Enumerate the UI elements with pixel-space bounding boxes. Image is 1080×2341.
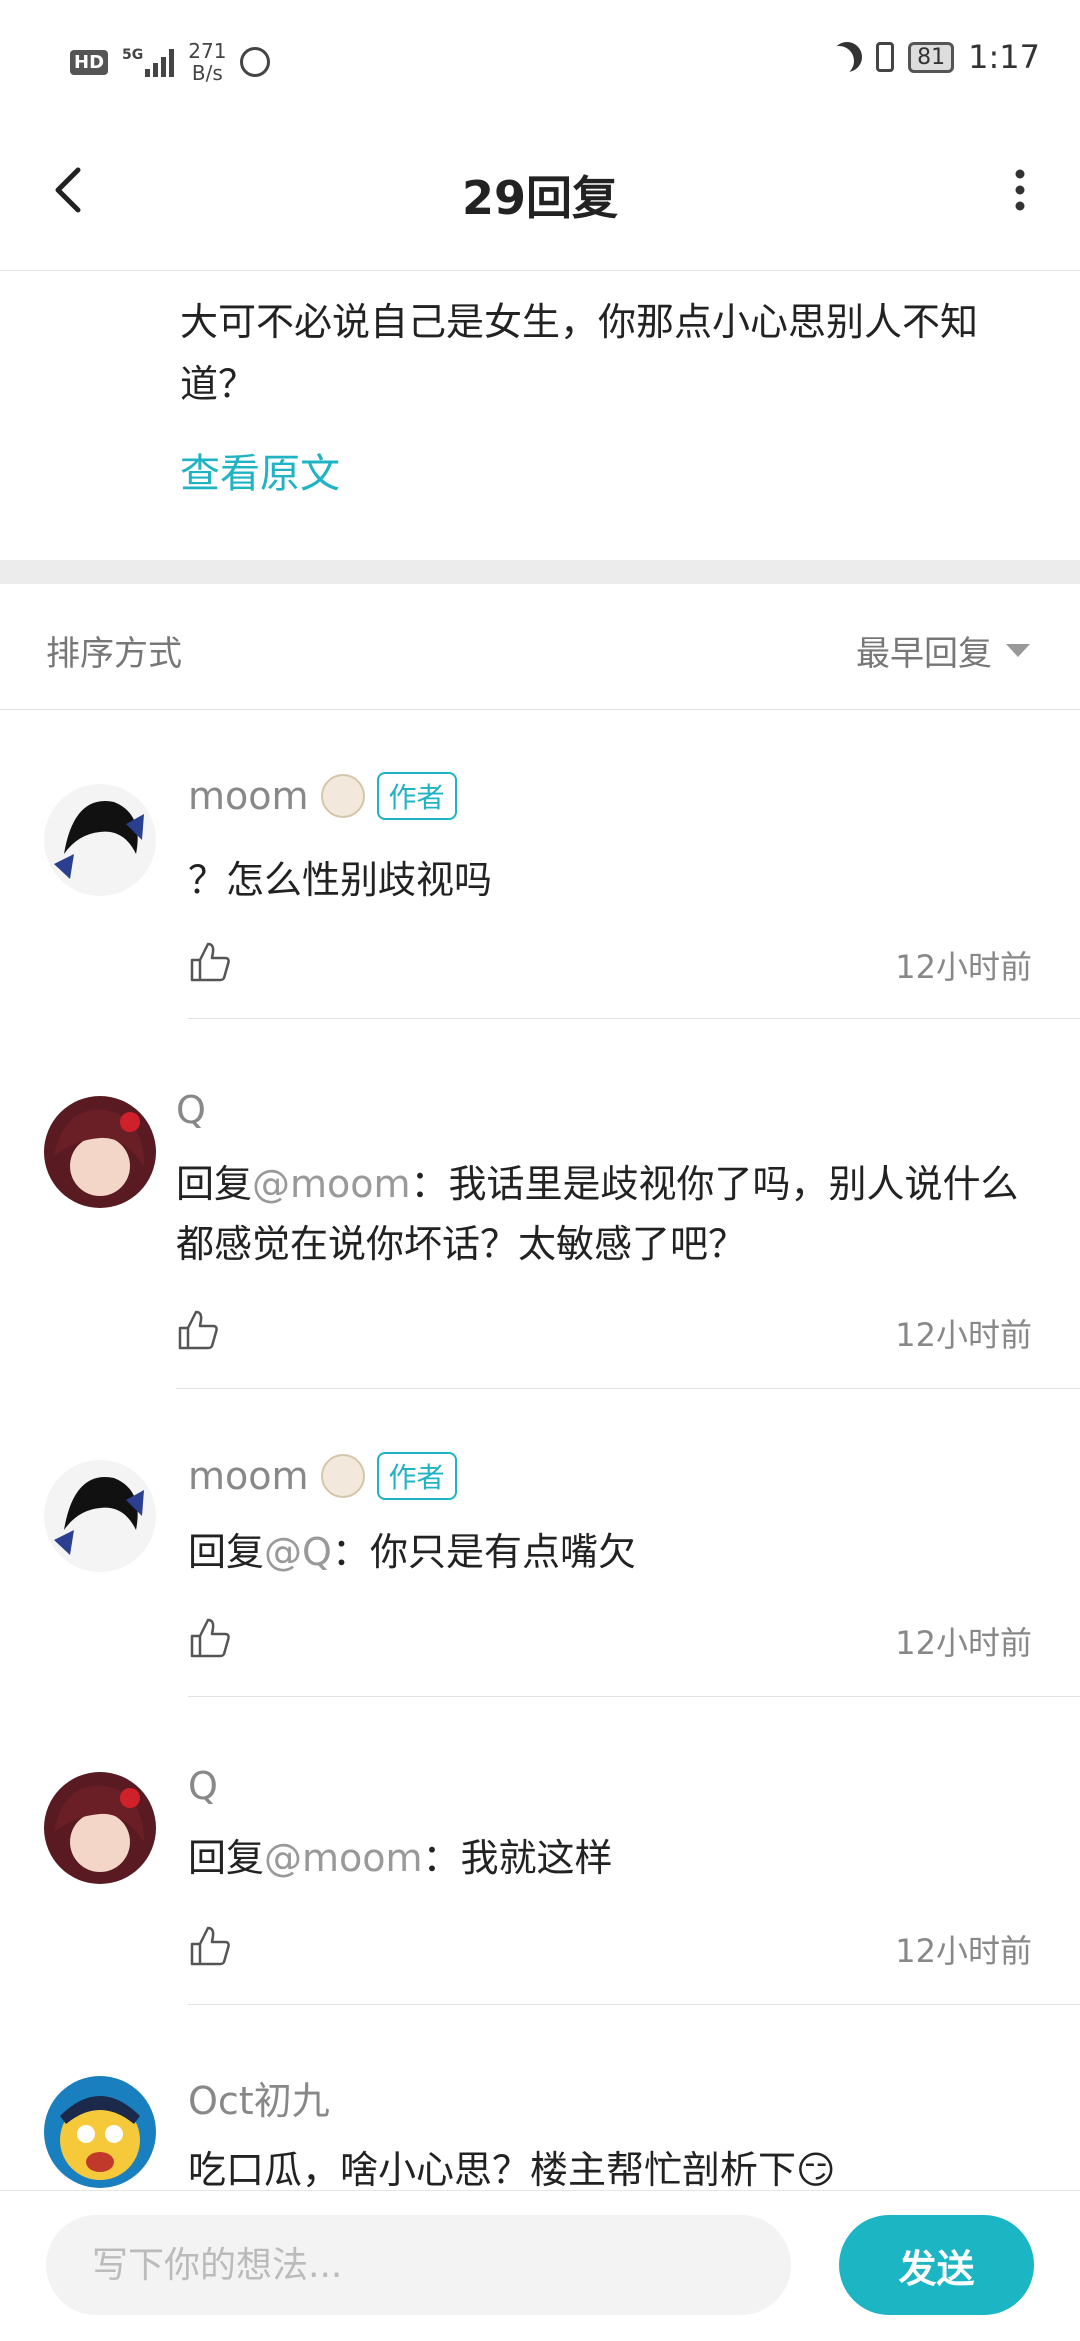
page-title: 29回复: [461, 171, 618, 225]
status-right: 81 1:17: [832, 38, 1040, 76]
comment-text: 吃口瓜，啥小心思？楼主帮忙剖析下😏: [188, 2140, 1028, 2190]
avatar[interactable]: [44, 1096, 156, 1208]
divider: [176, 1388, 1080, 1389]
divider: [188, 1018, 1080, 1019]
author-badge: 作者: [376, 772, 457, 820]
send-button[interactable]: 发送: [839, 2215, 1034, 2315]
comment-item: Oct初九 吃口瓜，啥小心思？楼主帮忙剖析下😏: [0, 2006, 1080, 2190]
comment-body: 吃口瓜，啥小心思？楼主帮忙剖析下😏: [188, 2148, 836, 2190]
sort-label: 排序方式: [46, 634, 182, 674]
status-left: HD 5G 271 B/s: [70, 40, 271, 84]
avatar[interactable]: [44, 784, 156, 896]
section-divider: [0, 560, 1080, 584]
comment-item: moom 作者 ？怎么性别歧视吗 12小时前: [0, 710, 1080, 1020]
comment-body: ？怎么性别歧视吗: [188, 858, 493, 902]
comment-time: 12小时前: [895, 1932, 1032, 1970]
signal-label: 5G: [122, 47, 144, 63]
comment-body: ：我就这样: [422, 1836, 613, 1880]
vibrate-icon: [876, 42, 895, 72]
reply-prefix: 回复: [188, 1530, 265, 1574]
username[interactable]: Q: [188, 1764, 218, 1808]
username[interactable]: Q: [176, 1088, 206, 1132]
comment-time: 12小时前: [895, 1624, 1032, 1662]
comment-time: 12小时前: [895, 1316, 1032, 1354]
comment-item: Q 回复@moom：我话里是歧视你了吗，别人说什么都感觉在说你坏话？太敏感了吧？…: [0, 1020, 1080, 1390]
network-speed: 271 B/s: [188, 40, 226, 84]
sort-value: 最早回复: [856, 634, 992, 674]
view-original-link[interactable]: 查看原文: [180, 441, 340, 499]
avatar[interactable]: [44, 1772, 156, 1884]
moon-icon: [832, 42, 862, 72]
comment-time: 12小时前: [895, 948, 1032, 986]
comment-text: 回复@moom：我话里是歧视你了吗，别人说什么都感觉在说你坏话？太敏感了吧？: [176, 1154, 1036, 1274]
comment-body: ：你只是有点嘴欠: [331, 1530, 636, 1574]
thumbs-up-icon[interactable]: [188, 1616, 232, 1660]
reply-prefix: 回复: [188, 1836, 265, 1880]
username[interactable]: moom: [188, 1454, 309, 1498]
caret-down-icon: [1006, 644, 1030, 657]
mention-link[interactable]: @moom: [252, 1162, 411, 1206]
comment-text: ？怎么性别歧视吗: [188, 850, 1028, 910]
comment-text: 回复@moom：我就这样: [188, 1828, 1028, 1888]
comment-input[interactable]: [46, 2215, 791, 2315]
user-badge-icon: [320, 774, 365, 818]
original-post: 大可不必说自己是女生，你那点小心思别人不知道？ 查看原文: [0, 270, 1080, 561]
original-post-text: 大可不必说自己是女生，你那点小心思别人不知道？: [180, 300, 979, 406]
divider: [188, 2004, 1080, 2005]
thumbs-up-icon[interactable]: [176, 1308, 220, 1352]
composer-bar: 发送: [0, 2190, 1080, 2341]
avatar[interactable]: [44, 2076, 156, 2188]
comment-header: Q: [176, 1088, 206, 1132]
signal-icon: 5G: [122, 47, 175, 77]
comment-header: moom 作者: [188, 1452, 457, 1500]
comment-header: moom 作者: [188, 772, 457, 820]
speed-value: 271: [188, 39, 227, 63]
speed-unit: B/s: [191, 61, 223, 85]
comment-item: Q 回复@moom：我就这样 12小时前: [0, 1698, 1080, 2006]
comment-header: Oct初九: [188, 2070, 330, 2125]
mention-link[interactable]: @Q: [264, 1530, 332, 1574]
author-badge: 作者: [376, 1452, 457, 1500]
clock: 1:17: [968, 38, 1040, 76]
mention-link[interactable]: @moom: [264, 1836, 423, 1880]
comment-item: moom 作者 回复@Q：你只是有点嘴欠 12小时前: [0, 1390, 1080, 1698]
user-badge-icon: [320, 1454, 365, 1498]
avatar[interactable]: [44, 1460, 156, 1572]
thumbs-up-icon[interactable]: [188, 1924, 232, 1968]
hand-icon: [240, 47, 271, 77]
status-bar: HD 5G 271 B/s 81 1:17: [0, 0, 1080, 120]
sort-bar: 排序方式 最早回复: [0, 584, 1080, 710]
divider: [188, 1696, 1080, 1697]
thumbs-up-icon[interactable]: [188, 940, 232, 984]
username[interactable]: moom: [188, 774, 309, 818]
username[interactable]: Oct初九: [188, 2070, 330, 2125]
hd-badge: HD: [70, 49, 109, 75]
more-vertical-icon[interactable]: [990, 160, 1050, 220]
signal-bars: [145, 47, 175, 77]
battery-icon: 81: [908, 41, 955, 73]
reply-prefix: 回复: [176, 1162, 253, 1206]
top-bar: 29回复: [0, 120, 1080, 270]
sort-dropdown[interactable]: 最早回复: [856, 626, 1030, 675]
comment-text: 回复@Q：你只是有点嘴欠: [188, 1522, 1028, 1582]
comment-header: Q: [188, 1764, 218, 1808]
